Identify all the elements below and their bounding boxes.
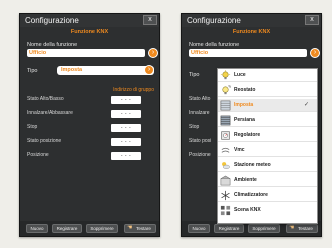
dropdown-item-reostato[interactable]: Reostato bbox=[218, 84, 317, 97]
row-label: Stato posi bbox=[189, 138, 212, 144]
shutter-icon bbox=[220, 115, 231, 126]
row-label: Stop bbox=[27, 124, 38, 130]
type-select-value: Impostа bbox=[61, 67, 83, 73]
function-name-label: Nome della funzione bbox=[27, 42, 78, 48]
type-label: Tipo bbox=[189, 72, 200, 78]
row-label: Posizione bbox=[27, 152, 49, 158]
group-address-input[interactable]: - - - bbox=[111, 124, 141, 132]
dropdown-item-label: Scena KNX bbox=[234, 207, 261, 213]
dropdown-item-label: Vmc bbox=[234, 147, 245, 153]
chevron-right-icon: › bbox=[151, 49, 155, 56]
close-button[interactable]: x bbox=[305, 15, 319, 25]
titlebar: Configurazione x bbox=[182, 14, 321, 27]
dropdown-item-persiana[interactable]: Persiana bbox=[218, 114, 317, 127]
dropdown-item-label: Impostа bbox=[234, 102, 254, 108]
new-button[interactable]: Nuovo bbox=[26, 224, 48, 233]
dropdown-item-label: Ambiente bbox=[234, 177, 257, 183]
function-name-label: Nome della funzione bbox=[189, 42, 240, 48]
row-label: Stato Alto/Basso bbox=[27, 96, 64, 102]
close-button[interactable]: x bbox=[143, 15, 157, 25]
dropdown-item-label: Luce bbox=[234, 72, 246, 78]
ambience-icon bbox=[220, 175, 231, 186]
test-button[interactable]: ☚ Testare bbox=[286, 224, 318, 233]
chevron-right-icon: › bbox=[313, 49, 317, 56]
group-address-input[interactable]: - - - bbox=[111, 138, 141, 146]
type-dropdown-button[interactable]: › bbox=[144, 65, 154, 75]
checkmark-icon: ✓ bbox=[303, 102, 309, 108]
window-title: Configurazione bbox=[25, 16, 79, 25]
dropdown-item-label: Stazione meteo bbox=[234, 162, 271, 168]
window-title: Configurazione bbox=[187, 16, 241, 25]
row-label: Innalzare bbox=[189, 110, 210, 116]
delete-button[interactable]: Sopprimere bbox=[86, 224, 118, 233]
dropdown-item-vmc[interactable]: Vmc bbox=[218, 144, 317, 157]
test-button[interactable]: ☚ Testare bbox=[124, 224, 156, 233]
dropdown-item-label: Climatizzatore bbox=[234, 192, 268, 198]
dropdown-item-label: Persiana bbox=[234, 117, 255, 123]
delete-button[interactable]: Sopprimere bbox=[248, 224, 280, 233]
dropdown-item-label: Regolatore bbox=[234, 132, 261, 138]
type-dropdown-list: Luce Reostato Impostа ✓ Persiana Regolat… bbox=[217, 68, 318, 224]
function-name-input[interactable]: Ufficio bbox=[189, 49, 307, 57]
weather-icon bbox=[222, 162, 230, 169]
snowflake-icon bbox=[221, 190, 230, 201]
hand-icon: ☚ bbox=[289, 225, 295, 231]
dropdown-item-scena-knx[interactable]: Scena KNX bbox=[218, 204, 317, 217]
config-panel-left: Configurazione x Funzione KNX Nome della… bbox=[19, 13, 160, 237]
function-name-input[interactable]: Ufficio bbox=[27, 49, 145, 57]
config-panel-right: Configurazione x Funzione KNX Nome della… bbox=[181, 13, 322, 237]
scene-icon bbox=[220, 205, 231, 216]
test-button-label: Testare bbox=[298, 226, 313, 231]
name-edit-button[interactable]: › bbox=[310, 48, 320, 58]
dropdown-item-stazione-meteo[interactable]: Stazione meteo bbox=[218, 159, 317, 172]
row-label: Stop bbox=[189, 124, 200, 130]
type-select[interactable]: Impostа bbox=[57, 66, 154, 75]
row-label: Stato Alto bbox=[189, 96, 211, 102]
dropdown-item-regolatore[interactable]: Regolatore bbox=[218, 129, 317, 142]
blind-icon bbox=[220, 100, 231, 111]
titlebar: Configurazione x bbox=[20, 14, 159, 27]
group-address-input[interactable]: - - - bbox=[111, 96, 141, 104]
save-button[interactable]: Registrare bbox=[52, 224, 82, 233]
save-button[interactable]: Registrare bbox=[214, 224, 244, 233]
group-address-input[interactable]: - - - bbox=[111, 152, 141, 160]
name-edit-button[interactable]: › bbox=[148, 48, 158, 58]
new-button[interactable]: Nuovo bbox=[188, 224, 210, 233]
footer-toolbar: Nuovo Registrare Sopprimere ☚ Testare bbox=[20, 221, 159, 236]
fan-icon bbox=[221, 147, 230, 153]
regulator-icon bbox=[221, 131, 230, 140]
row-label: Stato posizione bbox=[27, 138, 62, 144]
row-label: Posizione bbox=[189, 152, 211, 158]
dropdown-item-imposta[interactable]: Impostа ✓ bbox=[218, 99, 317, 112]
dimmer-icon bbox=[222, 85, 231, 95]
type-label: Tipo bbox=[27, 68, 38, 74]
bulb-icon bbox=[220, 70, 231, 80]
group-address-input[interactable]: - - - bbox=[111, 110, 141, 118]
dropdown-item-ambiente[interactable]: Ambiente bbox=[218, 174, 317, 187]
row-label: Innalzare/Abbassare bbox=[27, 110, 73, 116]
test-button-label: Testare bbox=[136, 226, 151, 231]
section-title: Funzione KNX bbox=[70, 29, 109, 35]
chevron-right-icon: › bbox=[147, 66, 151, 73]
dropdown-item-label: Reostato bbox=[234, 87, 256, 93]
group-address-header: Indirizzo di gruppo bbox=[113, 87, 154, 93]
hand-icon: ☚ bbox=[127, 225, 133, 231]
section-title: Funzione KNX bbox=[232, 29, 271, 35]
dropdown-item-luce[interactable]: Luce bbox=[218, 69, 317, 82]
dropdown-item-climatizzatore[interactable]: Climatizzatore bbox=[218, 189, 317, 202]
